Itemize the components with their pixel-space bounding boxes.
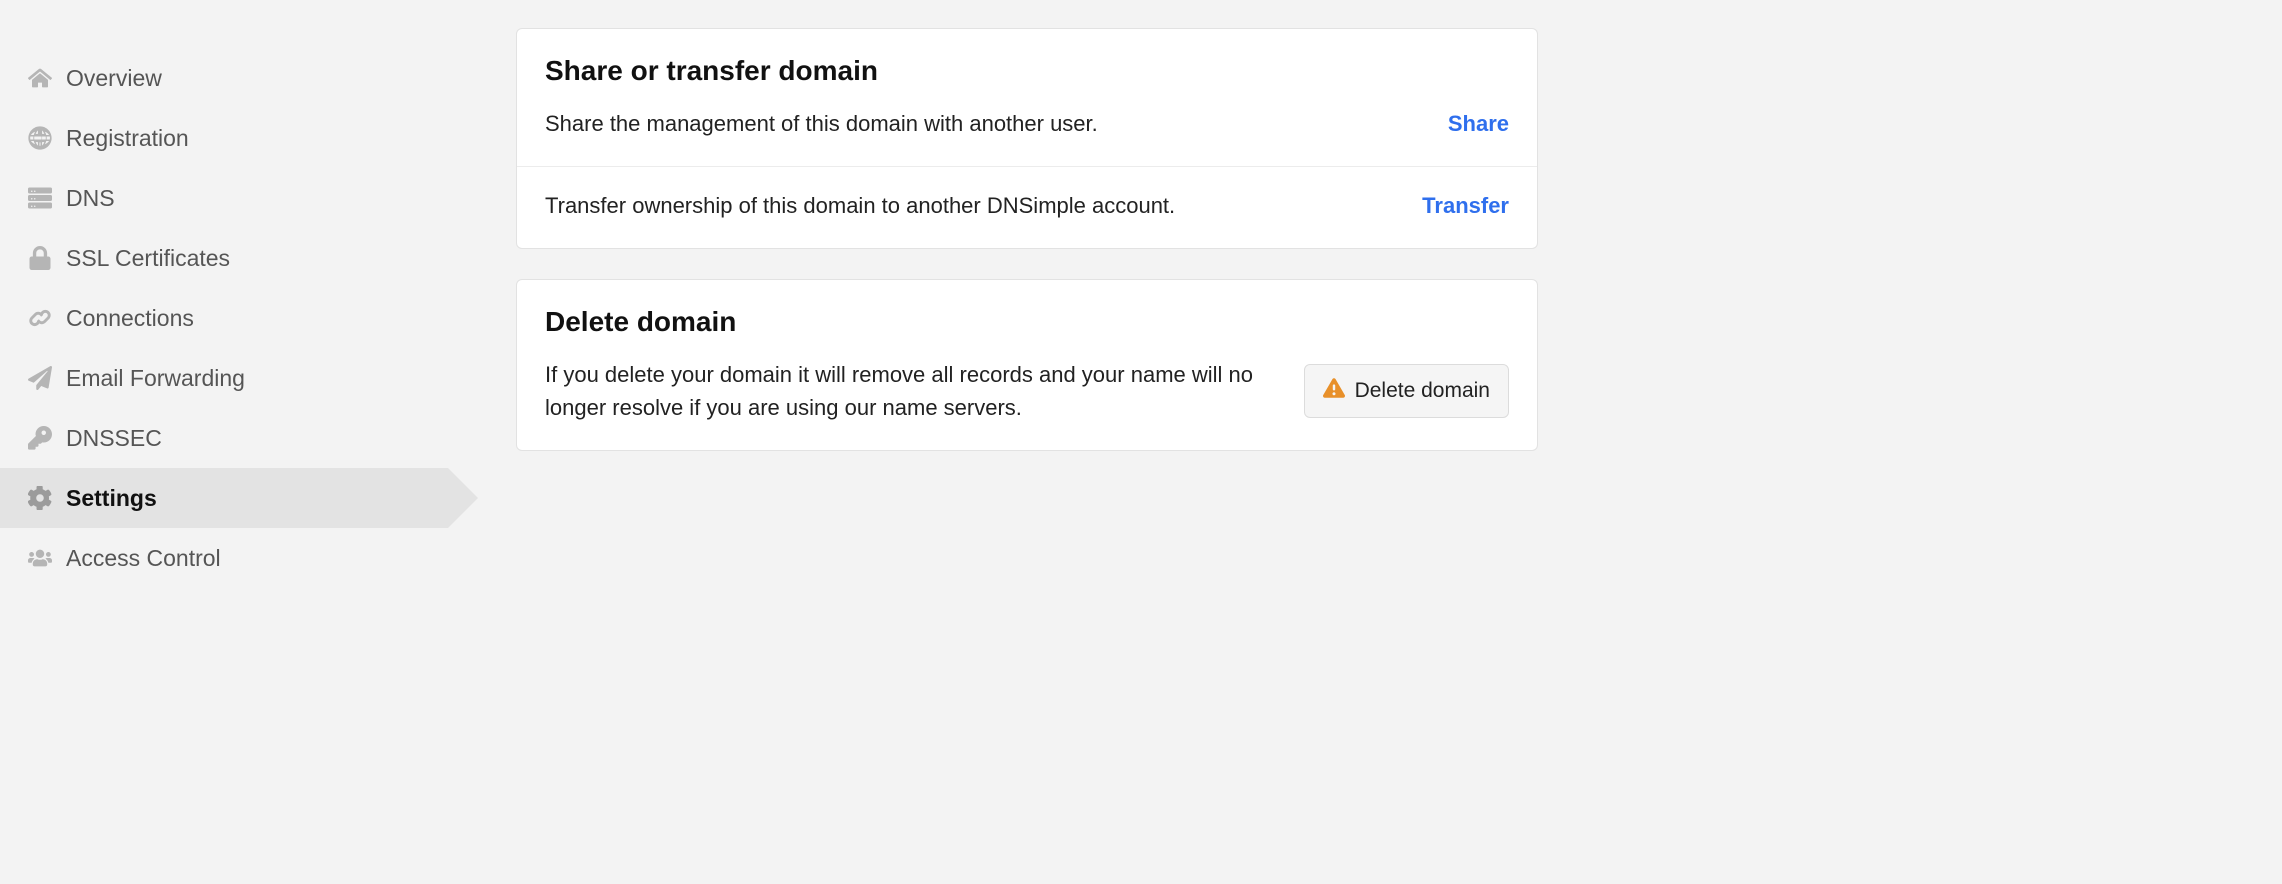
gear-icon	[26, 486, 54, 510]
share-transfer-card: Share or transfer domain Share the manag…	[516, 28, 1538, 249]
share-button[interactable]: Share	[1448, 111, 1509, 137]
sidebar-item-label: Overview	[66, 65, 162, 92]
transfer-description: Transfer ownership of this domain to ano…	[545, 189, 1175, 222]
link-icon	[26, 306, 54, 330]
main-content: Share or transfer domain Share the manag…	[448, 0, 1538, 884]
share-transfer-title: Share or transfer domain	[545, 55, 1509, 87]
sidebar-item-access-control[interactable]: Access Control	[0, 528, 448, 588]
sidebar-item-label: DNSSEC	[66, 425, 162, 452]
share-description: Share the management of this domain with…	[545, 107, 1098, 140]
delete-domain-description: If you delete your domain it will remove…	[545, 358, 1304, 424]
server-icon	[26, 186, 54, 210]
sidebar-item-label: DNS	[66, 185, 115, 212]
sidebar-item-ssl[interactable]: SSL Certificates	[0, 228, 448, 288]
paper-plane-icon	[26, 366, 54, 390]
delete-domain-button-label: Delete domain	[1355, 379, 1490, 403]
sidebar-item-settings[interactable]: Settings	[0, 468, 448, 528]
sidebar-item-overview[interactable]: Overview	[0, 48, 448, 108]
sidebar-item-label: Email Forwarding	[66, 365, 245, 392]
sidebar-item-email-forwarding[interactable]: Email Forwarding	[0, 348, 448, 408]
sidebar-item-label: Registration	[66, 125, 189, 152]
transfer-button[interactable]: Transfer	[1422, 193, 1509, 219]
delete-domain-title: Delete domain	[545, 306, 1509, 338]
sidebar-item-dnssec[interactable]: DNSSEC	[0, 408, 448, 468]
globe-icon	[26, 126, 54, 150]
sidebar-item-label: SSL Certificates	[66, 245, 230, 272]
sidebar-item-dns[interactable]: DNS	[0, 168, 448, 228]
delete-domain-button[interactable]: Delete domain	[1304, 364, 1509, 418]
sidebar-item-registration[interactable]: Registration	[0, 108, 448, 168]
sidebar-item-label: Access Control	[66, 545, 221, 572]
key-icon	[26, 426, 54, 450]
delete-domain-card: Delete domain If you delete your domain …	[516, 279, 1538, 451]
users-icon	[26, 546, 54, 570]
sidebar: Overview Registration DNS SSL Certificat…	[0, 0, 448, 884]
sidebar-item-label: Connections	[66, 305, 194, 332]
sidebar-item-connections[interactable]: Connections	[0, 288, 448, 348]
home-icon	[26, 66, 54, 90]
sidebar-item-label: Settings	[66, 485, 157, 512]
lock-icon	[26, 246, 54, 270]
warning-icon	[1323, 377, 1345, 405]
